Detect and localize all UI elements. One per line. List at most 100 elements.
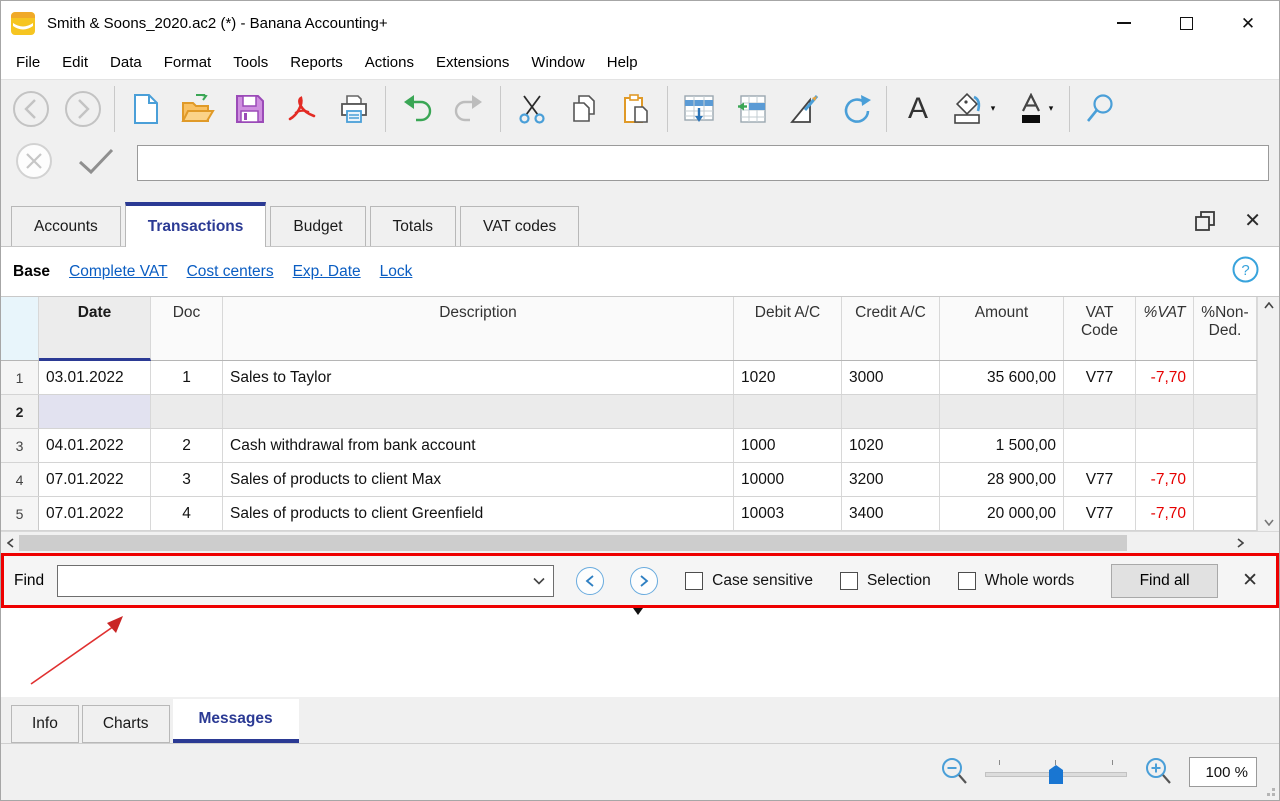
combo-dropdown-icon[interactable] <box>533 577 545 585</box>
back-icon[interactable] <box>5 84 57 134</box>
cell-date[interactable]: 04.01.2022 <box>39 429 151 462</box>
insert-cell-icon[interactable] <box>725 84 777 134</box>
cell-vat-code[interactable] <box>1064 395 1136 428</box>
resize-grip[interactable] <box>1263 784 1275 796</box>
zoom-level-box[interactable]: 100 % <box>1189 757 1257 787</box>
tab-vat-codes[interactable]: VAT codes <box>460 206 580 246</box>
horizontal-scrollbar[interactable] <box>1 531 1279 553</box>
tab-messages[interactable]: Messages <box>172 699 299 743</box>
menu-help[interactable]: Help <box>596 49 649 76</box>
cell-vat-code[interactable] <box>1064 429 1136 462</box>
find-combobox[interactable] <box>57 564 555 597</box>
cancel-edit-icon[interactable] <box>15 142 53 185</box>
scroll-left-icon[interactable] <box>1 537 19 548</box>
cascade-windows-icon[interactable] <box>1194 210 1216 232</box>
table-row[interactable]: 3 04.01.2022 2 Cash withdrawal from bank… <box>1 429 1257 463</box>
selection-checkbox[interactable] <box>839 571 858 590</box>
corner-header-cell[interactable] <box>1 297 39 360</box>
cell-vat-code[interactable]: V77 <box>1064 497 1136 530</box>
zoom-out-icon[interactable] <box>939 757 969 787</box>
forward-icon[interactable] <box>57 84 109 134</box>
cell-vat-code[interactable]: V77 <box>1064 361 1136 394</box>
find-input[interactable] <box>66 572 534 589</box>
cell-vat-code[interactable]: V77 <box>1064 463 1136 496</box>
cell-pct-non-ded[interactable] <box>1194 497 1257 530</box>
cell-doc[interactable]: 1 <box>151 361 223 394</box>
minimize-button[interactable] <box>1093 1 1155 45</box>
scroll-down-icon[interactable] <box>1263 519 1274 526</box>
slider-thumb[interactable] <box>1049 765 1063 784</box>
row-number[interactable]: 5 <box>1 497 39 530</box>
scroll-right-icon[interactable] <box>1231 537 1249 548</box>
fill-color-icon[interactable]: ▾ <box>944 84 1004 134</box>
accept-edit-icon[interactable] <box>77 147 115 180</box>
paste-icon[interactable] <box>610 84 662 134</box>
table-row-selected[interactable]: 2 <box>1 395 1257 429</box>
undo-icon[interactable] <box>391 84 443 134</box>
cell-debit[interactable]: 10003 <box>734 497 842 530</box>
close-find-bar-icon[interactable]: ✕ <box>1242 571 1258 590</box>
pdf-export-icon[interactable] <box>276 84 328 134</box>
tab-charts[interactable]: Charts <box>81 705 170 743</box>
redo-icon[interactable] <box>443 84 495 134</box>
cell-description[interactable]: Sales to Taylor <box>223 361 734 394</box>
cell-pct-vat[interactable] <box>1136 395 1194 428</box>
row-number[interactable]: 2 <box>1 395 39 428</box>
cell-debit[interactable] <box>734 395 842 428</box>
cell-pct-non-ded[interactable] <box>1194 361 1257 394</box>
cell-debit[interactable]: 10000 <box>734 463 842 496</box>
column-header-debit[interactable]: Debit A/C <box>734 297 842 360</box>
cell-date-current[interactable] <box>39 395 151 428</box>
view-base[interactable]: Base <box>13 263 50 281</box>
save-icon[interactable] <box>224 84 276 134</box>
row-number[interactable]: 1 <box>1 361 39 394</box>
vertical-scrollbar[interactable] <box>1257 297 1279 531</box>
case-sensitive-checkbox[interactable] <box>685 571 704 590</box>
case-sensitive-option[interactable]: Case sensitive <box>685 571 813 590</box>
column-header-pct-vat[interactable]: %VAT <box>1136 297 1194 360</box>
column-header-description[interactable]: Description <box>223 297 734 360</box>
copy-icon[interactable] <box>558 84 610 134</box>
column-header-amount[interactable]: Amount <box>940 297 1064 360</box>
open-file-icon[interactable] <box>172 84 224 134</box>
cell-credit[interactable]: 3400 <box>842 497 940 530</box>
cell-debit[interactable]: 1000 <box>734 429 842 462</box>
close-button[interactable]: ✕ <box>1217 1 1279 45</box>
new-file-icon[interactable] <box>120 84 172 134</box>
design-icon[interactable] <box>777 84 829 134</box>
hscroll-thumb[interactable] <box>19 534 1127 551</box>
row-number[interactable]: 3 <box>1 429 39 462</box>
find-previous-button[interactable] <box>576 566 605 595</box>
cell-pct-vat[interactable]: -7,70 <box>1136 361 1194 394</box>
cell-description[interactable]: Sales of products to client Greenfield <box>223 497 734 530</box>
column-header-credit[interactable]: Credit A/C <box>842 297 940 360</box>
scroll-up-icon[interactable] <box>1263 302 1274 309</box>
find-next-button[interactable] <box>630 566 659 595</box>
cell-description[interactable]: Cash withdrawal from bank account <box>223 429 734 462</box>
row-number[interactable]: 4 <box>1 463 39 496</box>
recalculate-icon[interactable] <box>829 84 881 134</box>
cell-pct-vat[interactable]: -7,70 <box>1136 463 1194 496</box>
cell-doc[interactable] <box>151 395 223 428</box>
view-complete-vat[interactable]: Complete VAT <box>69 263 168 281</box>
menu-edit[interactable]: Edit <box>51 49 99 76</box>
cut-icon[interactable] <box>506 84 558 134</box>
table-row[interactable]: 4 07.01.2022 3 Sales of products to clie… <box>1 463 1257 497</box>
cell-credit[interactable]: 3200 <box>842 463 940 496</box>
column-header-date[interactable]: Date <box>39 297 151 361</box>
cell-doc[interactable]: 4 <box>151 497 223 530</box>
menu-window[interactable]: Window <box>520 49 595 76</box>
cell-pct-non-ded[interactable] <box>1194 463 1257 496</box>
menu-reports[interactable]: Reports <box>279 49 354 76</box>
tab-budget[interactable]: Budget <box>270 206 366 246</box>
cell-pct-non-ded[interactable] <box>1194 395 1257 428</box>
menu-tools[interactable]: Tools <box>222 49 279 76</box>
view-exp-date[interactable]: Exp. Date <box>293 263 361 281</box>
cell-date[interactable]: 07.01.2022 <box>39 497 151 530</box>
menu-extensions[interactable]: Extensions <box>425 49 520 76</box>
tab-accounts[interactable]: Accounts <box>11 206 121 246</box>
cell-date[interactable]: 03.01.2022 <box>39 361 151 394</box>
print-icon[interactable] <box>328 84 380 134</box>
table-row[interactable]: 5 07.01.2022 4 Sales of products to clie… <box>1 497 1257 531</box>
font-color-icon[interactable]: ▾ <box>1004 84 1064 134</box>
